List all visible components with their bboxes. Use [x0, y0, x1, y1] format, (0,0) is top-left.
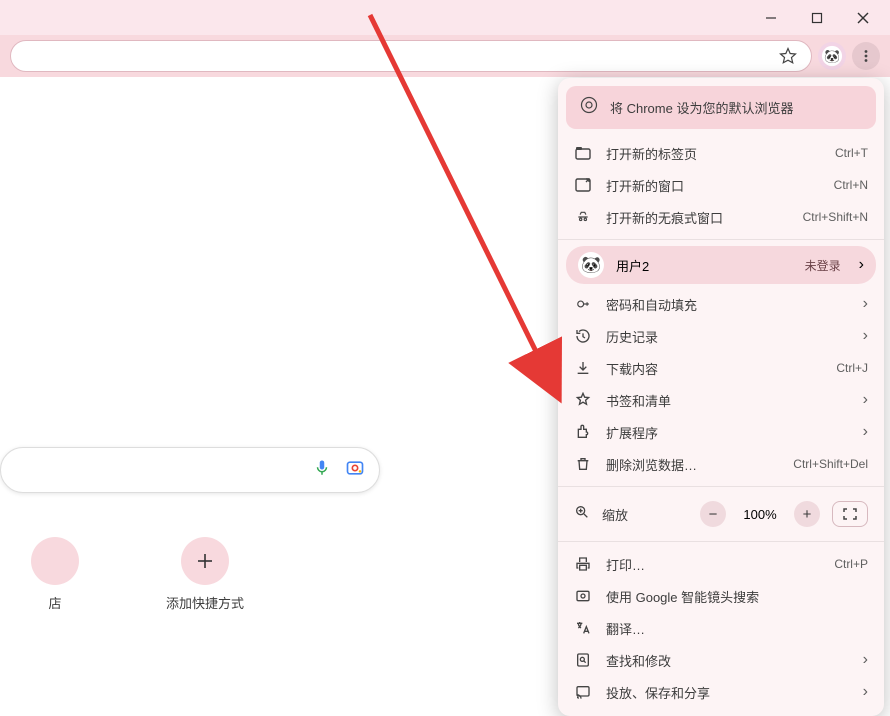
- banner-text: 将 Chrome 设为您的默认浏览器: [610, 98, 793, 117]
- menu-new-tab[interactable]: 打开新的标签页 Ctrl+T: [558, 137, 884, 169]
- bookmark-star-icon[interactable]: [775, 43, 801, 69]
- menu-clear-data[interactable]: 删除浏览数据… Ctrl+Shift+Del: [558, 448, 884, 480]
- trash-icon: [574, 456, 592, 472]
- chevron-right-icon: ›: [859, 256, 864, 274]
- new-tab-icon: [574, 146, 592, 160]
- close-button[interactable]: [840, 2, 886, 34]
- new-window-icon: [574, 178, 592, 192]
- add-shortcut-button[interactable]: 添加快捷方式: [150, 537, 260, 612]
- zoom-in-button[interactable]: +: [794, 501, 820, 527]
- chevron-right-icon: ›: [863, 651, 868, 669]
- url-bar[interactable]: [10, 40, 812, 72]
- menu-history[interactable]: 历史记录 ›: [558, 320, 884, 352]
- default-browser-banner[interactable]: 将 Chrome 设为您的默认浏览器: [566, 86, 876, 129]
- menu-find[interactable]: 查找和修改 ›: [558, 644, 884, 676]
- voice-search-icon[interactable]: [313, 457, 331, 484]
- chevron-right-icon: ›: [863, 423, 868, 441]
- menu-incognito[interactable]: 打开新的无痕式窗口 Ctrl+Shift+N: [558, 201, 884, 233]
- menu-lens[interactable]: 使用 Google 智能镜头搜索: [558, 580, 884, 612]
- menu-translate[interactable]: 翻译…: [558, 612, 884, 644]
- chrome-icon: [580, 96, 598, 119]
- cast-icon: [574, 684, 592, 700]
- user-avatar-icon: 🐼: [578, 252, 604, 278]
- extensions-icon: [574, 424, 592, 440]
- print-icon: [574, 556, 592, 572]
- zoom-percent: 100%: [738, 507, 782, 522]
- menu-passwords[interactable]: 密码和自动填充 ›: [558, 288, 884, 320]
- maximize-button[interactable]: [794, 2, 840, 34]
- find-icon: [574, 652, 592, 668]
- zoom-out-button[interactable]: −: [700, 501, 726, 527]
- shortcut-label: 添加快捷方式: [166, 593, 244, 612]
- history-icon: [574, 328, 592, 344]
- bookmark-icon: [574, 392, 592, 408]
- lens-icon: [574, 588, 592, 604]
- menu-downloads[interactable]: 下载内容 Ctrl+J: [558, 352, 884, 384]
- shortcut-item-store[interactable]: 店: [0, 537, 110, 612]
- chevron-right-icon: ›: [863, 295, 868, 313]
- menu-zoom-row: 缩放 − 100% +: [558, 493, 884, 535]
- menu-print[interactable]: 打印… Ctrl+P: [558, 548, 884, 580]
- shortcut-row: 店 添加快捷方式: [0, 537, 260, 612]
- window-titlebar: [0, 0, 890, 35]
- menu-bookmarks[interactable]: 书签和清单 ›: [558, 384, 884, 416]
- toolbar: 🐼: [0, 35, 890, 77]
- shortcut-label: 店: [48, 593, 61, 612]
- chevron-right-icon: ›: [863, 327, 868, 345]
- download-icon: [574, 360, 592, 376]
- svg-text:🐼: 🐼: [824, 49, 841, 64]
- translate-icon: [574, 620, 592, 636]
- chevron-right-icon: ›: [863, 391, 868, 409]
- menu-extensions[interactable]: 扩展程序 ›: [558, 416, 884, 448]
- chevron-right-icon: ›: [863, 683, 868, 701]
- store-icon: [31, 537, 79, 585]
- menu-user-row[interactable]: 🐼 用户2 未登录 ›: [566, 246, 876, 284]
- zoom-icon: [574, 504, 590, 525]
- menu-cast[interactable]: 投放、保存和分享 ›: [558, 676, 884, 708]
- incognito-icon: [574, 210, 592, 224]
- chrome-dropdown-menu: 将 Chrome 设为您的默认浏览器 打开新的标签页 Ctrl+T 打开新的窗口…: [558, 78, 884, 716]
- google-search-box[interactable]: [0, 447, 380, 493]
- chrome-menu-button[interactable]: [852, 42, 880, 70]
- profile-avatar-button[interactable]: 🐼: [818, 42, 846, 70]
- key-icon: [574, 297, 592, 311]
- plus-icon: [181, 537, 229, 585]
- lens-search-icon[interactable]: [345, 458, 365, 483]
- minimize-button[interactable]: [748, 2, 794, 34]
- fullscreen-button[interactable]: [832, 501, 868, 527]
- menu-new-window[interactable]: 打开新的窗口 Ctrl+N: [558, 169, 884, 201]
